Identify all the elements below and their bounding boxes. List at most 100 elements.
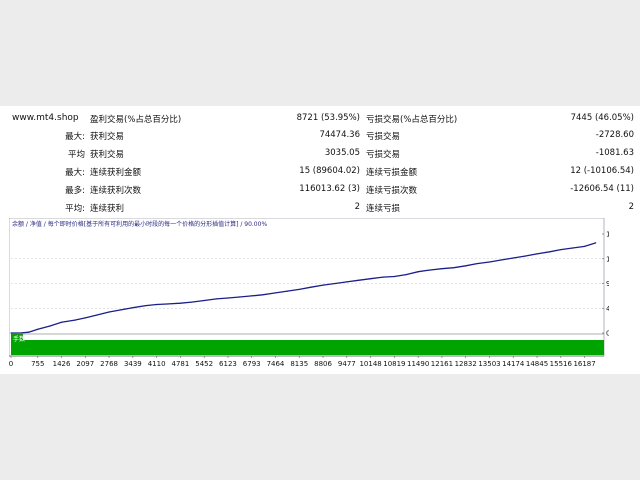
balance-point bbox=[346, 281, 348, 283]
balance-point bbox=[239, 296, 241, 298]
balance-point bbox=[309, 286, 311, 288]
balance-point bbox=[453, 267, 455, 269]
y-tick-label: 18408595 bbox=[606, 231, 609, 239]
x-tick-label: 13503 bbox=[478, 360, 500, 368]
legend-equity[interactable]: 净值 bbox=[30, 220, 42, 228]
chart-svg: 手数 18408595 13806446 9204297 4602149 0 0 755 1… bbox=[9, 218, 609, 368]
stats-row: 平均: 连续获利 2 连续亏损 2 bbox=[0, 202, 640, 219]
x-tick-label: 2097 bbox=[76, 360, 94, 368]
balance-point bbox=[60, 321, 63, 323]
balance-point bbox=[37, 328, 39, 330]
balance-point bbox=[74, 319, 76, 321]
x-tick-label: 8806 bbox=[314, 360, 332, 368]
balance-point bbox=[405, 274, 407, 276]
x-tick-label: 10819 bbox=[383, 360, 405, 368]
x-tick-label: 2768 bbox=[100, 360, 118, 368]
stats-row: 平均 获利交易 3035.05 亏损交易 -1081.63 bbox=[0, 148, 640, 165]
balance-point bbox=[145, 305, 147, 307]
x-tick-label: 14174 bbox=[502, 360, 525, 368]
site-name: www.mt4.shop bbox=[12, 113, 79, 123]
stats-label-left: 连续获利金额 bbox=[90, 168, 142, 178]
stats-value-right: 2 bbox=[628, 202, 634, 212]
volume-label: 手数 bbox=[13, 335, 25, 343]
x-tick-label: 9477 bbox=[338, 360, 356, 368]
x-tick-label: 8135 bbox=[290, 360, 308, 368]
stats-value-left: 15 (89604.02) bbox=[299, 166, 360, 176]
legend-quality: 90.00% bbox=[244, 221, 267, 228]
balance-point bbox=[488, 261, 491, 263]
balance-point bbox=[512, 257, 514, 259]
balance-point bbox=[370, 278, 372, 280]
stats-label-right: 连续亏损次数 bbox=[366, 186, 418, 196]
balance-point bbox=[215, 298, 218, 300]
y-tick-label: 4602149 bbox=[606, 305, 609, 313]
stats-value-right: -12606.54 (11) bbox=[570, 184, 634, 194]
stats-label-right: 亏损交易 bbox=[366, 150, 401, 160]
balance-point bbox=[595, 242, 597, 244]
balance-point bbox=[191, 301, 193, 303]
balance-point bbox=[334, 282, 336, 285]
stats-value-right: 12 (-10106.54) bbox=[570, 166, 634, 176]
balance-point bbox=[227, 297, 229, 299]
balance-point bbox=[560, 249, 562, 251]
balance-point bbox=[10, 332, 12, 334]
balance-point bbox=[108, 311, 110, 313]
x-tick-label: 5452 bbox=[195, 360, 213, 368]
stats-label-left: 连续获利 bbox=[90, 204, 125, 214]
stats-label-right: 连续亏损 bbox=[366, 204, 401, 214]
x-tick-label: 1426 bbox=[53, 360, 71, 368]
stats-value-left: 74474.36 bbox=[319, 130, 360, 140]
balance-point bbox=[536, 253, 538, 255]
x-tick-label: 0 bbox=[9, 360, 13, 368]
stats-label-right: 连续亏损金额 bbox=[366, 168, 418, 178]
stats-value-left: 2 bbox=[354, 202, 360, 212]
balance-point bbox=[584, 245, 586, 247]
balance-point bbox=[203, 299, 205, 302]
stats-value-left: 116013.62 (3) bbox=[299, 184, 360, 194]
balance-point bbox=[262, 294, 264, 296]
stats-label-left: 盈利交易(%占总百分比) bbox=[90, 115, 182, 125]
balance-point bbox=[382, 276, 384, 278]
balance-point bbox=[274, 292, 277, 294]
x-tick-label: 10148 bbox=[359, 360, 381, 368]
x-tick-label: 6123 bbox=[219, 360, 237, 368]
balance-point bbox=[84, 317, 86, 319]
balance-point bbox=[298, 288, 300, 290]
balance-point bbox=[49, 325, 51, 327]
stats-value-right: -1081.63 bbox=[595, 148, 634, 158]
y-tick-label: 0 bbox=[606, 330, 609, 338]
stats-row: 最多: 连续获利次数 116013.62 (3) 连续亏损次数 -12606.5… bbox=[0, 184, 640, 201]
balance-point bbox=[501, 259, 503, 261]
x-tick-label: 4781 bbox=[172, 360, 190, 368]
stats-row: 最大: 连续获利金额 15 (89604.02) 连续亏损金额 12 (-101… bbox=[0, 166, 640, 183]
balance-point bbox=[95, 314, 97, 316]
stats-label-left: 获利交易 bbox=[90, 150, 125, 160]
balance-point bbox=[524, 255, 526, 257]
plot-frame bbox=[9, 218, 605, 357]
balance-point bbox=[476, 263, 478, 265]
balance-point bbox=[417, 271, 419, 273]
balance-point bbox=[179, 302, 181, 304]
x-tick-label: 4110 bbox=[148, 360, 166, 368]
y-tick-label: 13806446 bbox=[606, 255, 609, 263]
stats-value-right: 7445 (46.05%) bbox=[570, 113, 634, 123]
balance-chart: 手数 18408595 13806446 9204297 4602149 0 0 755 1… bbox=[9, 218, 609, 368]
stats-value-right: -2728.60 bbox=[595, 130, 634, 140]
balance-point bbox=[465, 265, 467, 267]
x-tick-label: 11490 bbox=[407, 360, 429, 368]
x-axis: 0 755 1426 2097 2768 3439 4110 4781 5452 6123 6793… bbox=[9, 355, 604, 368]
balance-point bbox=[251, 295, 253, 297]
x-tick-label: 7464 bbox=[267, 360, 285, 368]
balance-point bbox=[28, 331, 30, 333]
stats-row: 最大: 获利交易 74474.36 亏损交易 -2728.60 bbox=[0, 130, 640, 147]
legend-balance[interactable]: 余额 bbox=[12, 220, 24, 228]
x-tick-label: 6793 bbox=[243, 360, 261, 368]
x-tick-label: 3439 bbox=[124, 360, 142, 368]
x-tick-label: 14845 bbox=[526, 360, 548, 368]
legend-model: 每个即时价格 bbox=[48, 220, 84, 228]
balance-point bbox=[286, 290, 288, 292]
balance-point bbox=[572, 247, 574, 249]
x-tick-label: 15516 bbox=[550, 360, 573, 368]
x-tick-label: 12161 bbox=[431, 360, 453, 368]
stats-label-right: 亏损交易(%占总百分比) bbox=[366, 115, 458, 125]
